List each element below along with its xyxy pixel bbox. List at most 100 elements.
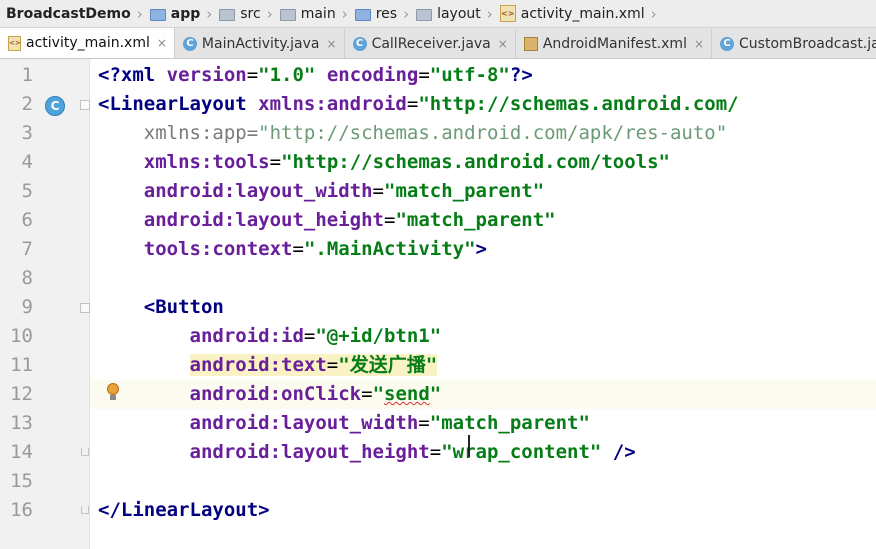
- code-token: =: [246, 122, 259, 144]
- line-number: 9: [21, 296, 33, 318]
- code-token: =: [383, 209, 396, 231]
- intention-bulb-icon[interactable]: [107, 383, 119, 401]
- code-text: android:id="@+id/btn1": [98, 322, 442, 351]
- code-token: =: [372, 180, 384, 202]
- breadcrumb-separator: ›: [341, 4, 348, 23]
- code-token: android:layout_height: [143, 209, 384, 231]
- editor-tab[interactable]: AndroidManifest.xml ×: [516, 29, 713, 58]
- breadcrumb-label: activity_main.xml: [520, 5, 645, 22]
- code-token: "http://schemas.android.com/tools": [281, 151, 670, 173]
- code-line: 5 android:layout_width="match_parent": [0, 177, 876, 206]
- code-editor[interactable]: 1 <?xml version="1.0" encoding="utf-8"?> 2…: [0, 59, 876, 549]
- breadcrumb-item[interactable]: src: [219, 0, 261, 27]
- line-number: 10: [10, 325, 33, 347]
- tab-label: AndroidManifest.xml: [542, 35, 687, 52]
- breadcrumb-label: BroadcastDemo: [6, 5, 131, 22]
- close-tab-icon[interactable]: ×: [327, 37, 337, 51]
- tab-label: CustomBroadcast.java: [739, 35, 876, 52]
- breadcrumb-item[interactable]: BroadcastDemo: [6, 0, 131, 27]
- code-line: 2 <LinearLayout xmlns:android="http://sch…: [0, 90, 876, 119]
- code-token: />: [601, 441, 636, 463]
- line-number: 11: [10, 354, 33, 376]
- line-number: 1: [21, 64, 33, 86]
- code-line: 15: [0, 467, 876, 496]
- line-number: 6: [21, 209, 33, 231]
- code-token: "发送广播": [338, 354, 438, 376]
- text-cursor: [468, 435, 470, 457]
- xml-file-icon: <>: [499, 5, 516, 22]
- code-token: ".MainActivity": [303, 238, 476, 260]
- code-token: =: [361, 383, 373, 405]
- editor-tab[interactable]: C CallReceiver.java ×: [345, 29, 516, 58]
- code-token: xmlns:app: [143, 122, 247, 144]
- code-line: 9 <Button: [0, 293, 876, 322]
- code-token: encoding: [326, 64, 419, 86]
- code-token: tools:context: [143, 238, 293, 260]
- editor-tab[interactable]: <> activity_main.xml ×: [0, 28, 175, 58]
- code-token: ": [372, 383, 385, 405]
- breadcrumb-item[interactable]: <> activity_main.xml: [499, 0, 645, 27]
- class-gutter-icon[interactable]: C: [45, 96, 65, 116]
- code-token: >: [475, 238, 487, 260]
- breadcrumb-item[interactable]: main: [279, 0, 336, 27]
- code-token: </LinearLayout>: [98, 499, 270, 521]
- editor-tab[interactable]: C CustomBroadcast.java: [712, 29, 876, 58]
- folder-icon: [219, 8, 236, 21]
- code-token: =: [246, 64, 259, 86]
- code-line: 10 android:id="@+id/btn1": [0, 322, 876, 351]
- code-text: android:text="发送广播": [98, 351, 438, 380]
- editor-tab[interactable]: C MainActivity.java ×: [175, 29, 345, 58]
- folder-icon: [279, 8, 296, 21]
- close-tab-icon[interactable]: ×: [157, 36, 167, 50]
- breadcrumb-item[interactable]: app: [149, 0, 201, 27]
- breadcrumb-separator: ›: [650, 4, 657, 23]
- code-token: "utf-8": [429, 64, 510, 86]
- breadcrumb-label: src: [240, 5, 261, 22]
- code-line: 1 <?xml version="1.0" encoding="utf-8"?>: [0, 61, 876, 90]
- line-number: 5: [21, 180, 33, 202]
- code-line: 7 tools:context=".MainActivity">: [0, 235, 876, 264]
- code-token: ": [429, 383, 442, 405]
- code-text: android:layout_height="match_parent": [98, 206, 556, 235]
- code-token: xmlns:tools: [143, 151, 270, 173]
- breadcrumb-separator: ›: [136, 4, 143, 23]
- breadcrumb-item[interactable]: layout: [416, 0, 481, 27]
- code-text: <?xml version="1.0" encoding="utf-8"?>: [98, 61, 533, 90]
- line-number: 4: [21, 151, 33, 173]
- close-tab-icon[interactable]: ×: [498, 37, 508, 51]
- module-folder-icon: [149, 8, 166, 21]
- breadcrumb-separator: ›: [266, 4, 273, 23]
- code-line: 3 xmlns:app="http://schemas.android.com/…: [0, 119, 876, 148]
- code-token: "1.0": [258, 64, 316, 86]
- code-text: android:layout_width="match_parent": [98, 177, 544, 206]
- line-number: 12: [10, 383, 33, 405]
- code-line: 8: [0, 264, 876, 293]
- line-number: 15: [10, 470, 33, 492]
- code-text: android:layout_width="match_parent": [98, 409, 590, 438]
- code-token: =: [303, 325, 316, 347]
- code-token: android:onClick: [189, 383, 362, 405]
- code-text: tools:context=".MainActivity">: [98, 235, 487, 264]
- code-token: android:text: [189, 354, 327, 376]
- breadcrumb-label: app: [170, 5, 201, 22]
- class-icon: C: [182, 36, 197, 51]
- code-token: =: [418, 64, 430, 86]
- line-number: 7: [21, 238, 33, 260]
- close-tab-icon[interactable]: ×: [694, 37, 704, 51]
- code-text: xmlns:tools="http://schemas.android.com/…: [98, 148, 670, 177]
- code-token: version: [166, 64, 247, 86]
- class-icon: C: [720, 36, 735, 51]
- line-number: 8: [21, 267, 33, 289]
- code-token: "match_parent": [395, 209, 556, 231]
- breadcrumb-item[interactable]: res: [354, 0, 397, 27]
- code-line: 12 android:onClick="send": [0, 380, 876, 409]
- tab-label: CallReceiver.java: [371, 35, 491, 52]
- breadcrumb-separator: ›: [206, 4, 213, 23]
- breadcrumb-label: main: [300, 5, 336, 22]
- line-number: 3: [21, 122, 33, 144]
- code-token: "match_parent": [429, 412, 590, 434]
